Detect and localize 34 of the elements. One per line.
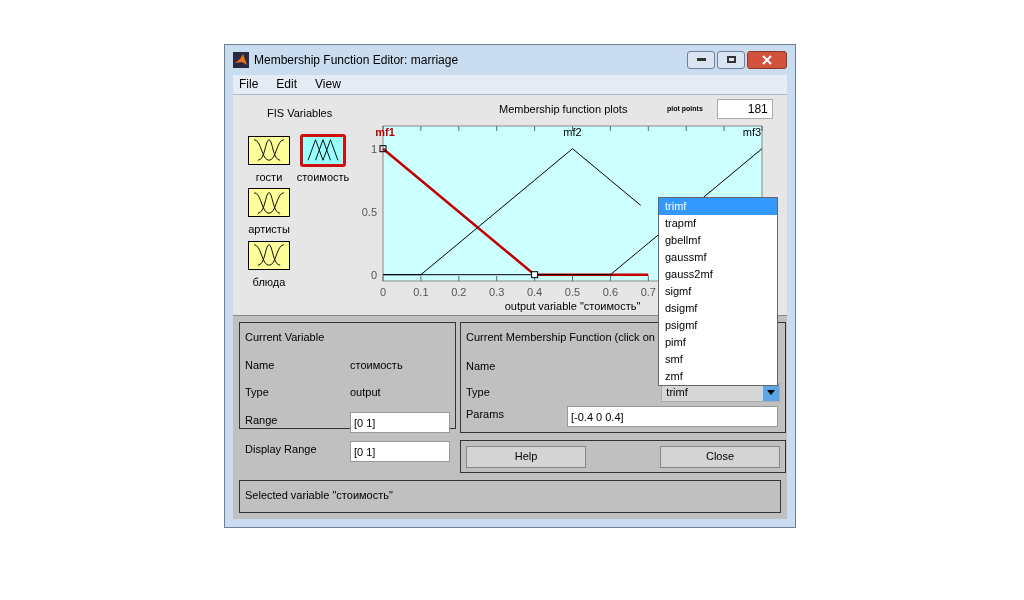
variable-label: стоимость xyxy=(296,169,350,185)
field-value: output xyxy=(350,385,381,400)
field-label: Display Range xyxy=(245,441,318,457)
field-label: Name xyxy=(245,357,276,373)
x-tick-label: 0.1 xyxy=(413,286,429,298)
x-tick-label: 0.4 xyxy=(526,286,543,298)
variable-label: артисты xyxy=(248,222,290,237)
field-value: стоимость xyxy=(350,357,403,373)
field-label: Name xyxy=(466,358,496,374)
curve-label: mf3 xyxy=(742,126,762,138)
x-axis-label: output variable "стоимость" xyxy=(504,300,641,312)
status-text: Selected variable "стоимость" xyxy=(245,489,393,501)
window-title: Membership Function Editor: marriage xyxy=(254,51,459,69)
x-tick-label: 0.5 xyxy=(564,286,581,298)
y-tick-label: 1 xyxy=(370,142,377,155)
x-tick-label: 0.3 xyxy=(489,286,505,298)
y-tick-label: 0.5 xyxy=(361,205,377,218)
panel-title: Current Variable xyxy=(245,330,326,345)
x-tick-label: 0.6 xyxy=(602,286,619,298)
field-label: Params xyxy=(466,407,505,422)
field-label: Range xyxy=(245,412,279,428)
x-tick-label: 0.2 xyxy=(451,286,467,298)
panel-title: Current Membership Function (click on xyxy=(466,330,655,345)
curve-label: mf1 xyxy=(375,126,395,138)
y-tick-label: 0 xyxy=(370,268,377,281)
field-label: Type xyxy=(245,385,270,400)
x-tick-label: 0.7 xyxy=(640,286,656,298)
variable-label: блюда xyxy=(252,274,286,290)
field-label: Type xyxy=(466,384,491,400)
plot-title: Membership function plots xyxy=(499,101,629,117)
curve-label: mf2 xyxy=(563,126,582,138)
variable-label: гости xyxy=(255,169,283,185)
x-tick-label: 0 xyxy=(379,286,387,298)
section-title: FIS Variables xyxy=(266,106,334,121)
